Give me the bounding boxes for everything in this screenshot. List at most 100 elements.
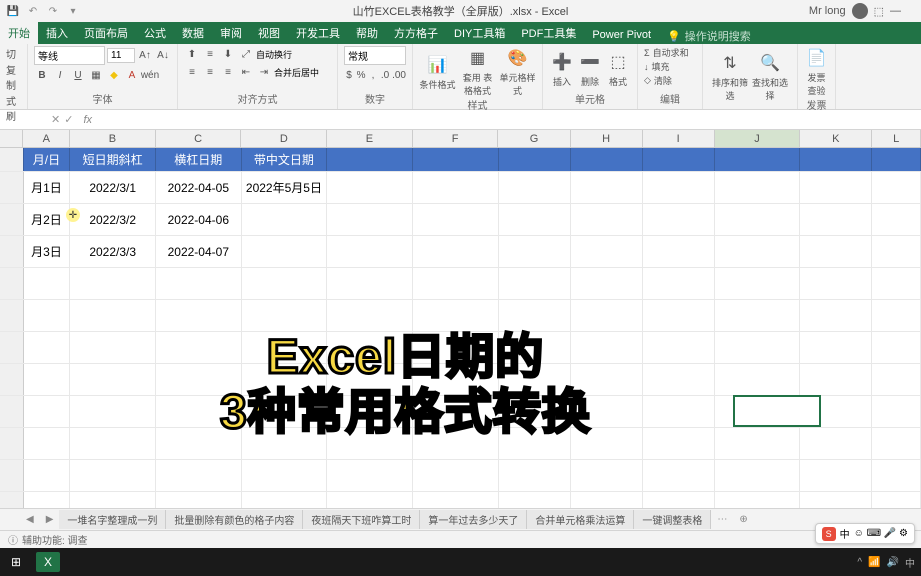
cell[interactable] xyxy=(571,492,643,508)
cell[interactable] xyxy=(715,148,801,171)
cell[interactable] xyxy=(499,172,571,203)
fill-color-icon[interactable]: ◆ xyxy=(106,67,122,83)
cell[interactable] xyxy=(643,172,715,203)
font-color-icon[interactable]: A xyxy=(124,67,140,83)
cell[interactable] xyxy=(242,268,328,299)
ime-badge[interactable]: S 中 ☺ ⌨ 🎤 ⚙ xyxy=(815,523,915,544)
save-icon[interactable]: 💾 xyxy=(6,4,20,18)
invoice-check-button[interactable]: 📄发票 查验 xyxy=(804,46,829,97)
col-header-E[interactable]: E xyxy=(327,130,413,147)
orientation-icon[interactable]: ⤢ xyxy=(238,46,254,62)
cell[interactable] xyxy=(70,332,156,363)
cell[interactable] xyxy=(327,148,413,171)
cell[interactable] xyxy=(413,300,499,331)
cell[interactable] xyxy=(24,460,71,491)
cell[interactable] xyxy=(242,204,328,235)
cell[interactable] xyxy=(327,204,413,235)
conditional-format-button[interactable]: 📊条件格式 xyxy=(420,53,456,91)
cell[interactable] xyxy=(70,300,156,331)
cell[interactable] xyxy=(242,460,328,491)
cell[interactable]: 2022-04-05 xyxy=(156,172,242,203)
phonetic-icon[interactable]: wén xyxy=(142,67,158,83)
grow-font-icon[interactable]: A↑ xyxy=(137,48,153,64)
cell[interactable] xyxy=(715,204,801,235)
excel-task-icon[interactable]: X xyxy=(36,552,60,572)
cell[interactable] xyxy=(571,460,643,491)
delete-cells-button[interactable]: ➖删除 xyxy=(577,50,603,88)
cell[interactable] xyxy=(242,236,328,267)
cell[interactable] xyxy=(800,460,872,491)
cell[interactable] xyxy=(413,148,499,171)
wrap-text-button[interactable]: 自动换行 xyxy=(256,48,292,61)
cell[interactable]: 月1日 xyxy=(24,172,71,203)
ribbon-options-icon[interactable]: ⬚ xyxy=(874,5,884,18)
cell[interactable] xyxy=(70,396,156,427)
cancel-formula-icon[interactable]: ✕ xyxy=(51,113,60,126)
sort-filter-button[interactable]: ⇅排序和筛选 xyxy=(712,51,748,102)
user-area[interactable]: Mr long ⬚ — xyxy=(809,3,901,19)
cell[interactable] xyxy=(800,300,872,331)
cell[interactable]: 月2日 xyxy=(24,204,71,235)
comma-icon[interactable]: , xyxy=(368,67,378,83)
start-icon[interactable]: ⊞ xyxy=(4,552,28,572)
cell[interactable] xyxy=(156,268,242,299)
tab-view[interactable]: 视图 xyxy=(250,22,288,44)
col-header-I[interactable]: I xyxy=(643,130,715,147)
inc-decimal-icon[interactable]: .0 xyxy=(380,67,390,83)
cell-styles-button[interactable]: 🎨单元格样式 xyxy=(500,46,536,97)
cell[interactable] xyxy=(715,364,801,395)
col-header-L[interactable]: L xyxy=(872,130,921,147)
cell[interactable] xyxy=(499,268,571,299)
col-header-K[interactable]: K xyxy=(800,130,872,147)
tell-me[interactable]: 💡操作说明搜索 xyxy=(667,28,751,44)
cell[interactable] xyxy=(413,236,499,267)
cell[interactable] xyxy=(156,460,242,491)
bold-icon[interactable]: B xyxy=(34,67,50,83)
cell[interactable] xyxy=(800,172,872,203)
cell[interactable] xyxy=(643,148,715,171)
cell[interactable] xyxy=(643,492,715,508)
font-family-select[interactable]: 等线 xyxy=(34,46,105,65)
merge-button[interactable]: 合并后居中 xyxy=(274,66,319,79)
cell[interactable] xyxy=(24,364,71,395)
sheet-tab[interactable]: 合并单元格乘法运算 xyxy=(527,510,634,529)
tab-data[interactable]: 数据 xyxy=(174,22,212,44)
align-left-icon[interactable]: ≡ xyxy=(184,64,200,80)
table-format-button[interactable]: ▦套用 表格格式 xyxy=(460,46,496,97)
cell[interactable] xyxy=(499,204,571,235)
cell[interactable]: 横杠日期 xyxy=(156,148,242,171)
cell[interactable] xyxy=(715,172,801,203)
cell[interactable] xyxy=(24,428,71,459)
cell[interactable] xyxy=(499,236,571,267)
cell[interactable] xyxy=(242,300,328,331)
cell[interactable] xyxy=(70,460,156,491)
cell[interactable] xyxy=(643,300,715,331)
find-select-button[interactable]: 🔍查找和选择 xyxy=(752,51,788,102)
tab-layout[interactable]: 页面布局 xyxy=(76,22,136,44)
tray-ime-icon[interactable]: 中 xyxy=(905,555,915,570)
cell[interactable] xyxy=(715,300,801,331)
cell[interactable] xyxy=(872,236,921,267)
accept-formula-icon[interactable]: ✓ xyxy=(64,113,73,126)
cell[interactable] xyxy=(872,148,921,171)
col-header-C[interactable]: C xyxy=(156,130,242,147)
cell[interactable] xyxy=(413,204,499,235)
cell[interactable] xyxy=(872,204,921,235)
cell[interactable] xyxy=(413,268,499,299)
cell[interactable] xyxy=(643,396,715,427)
sheet-tab[interactable]: 一键调整表格 xyxy=(634,510,711,529)
cell[interactable] xyxy=(413,492,499,508)
format-painter-button[interactable]: 式刷 xyxy=(6,93,21,123)
clear-button[interactable]: ◇清除 xyxy=(644,74,696,87)
selected-cell[interactable] xyxy=(733,395,821,427)
cell[interactable] xyxy=(800,332,872,363)
new-sheet-icon[interactable]: ⊕ xyxy=(733,514,753,525)
fx-icon[interactable]: fx xyxy=(79,114,96,126)
shrink-font-icon[interactable]: A↓ xyxy=(155,48,171,64)
cell[interactable] xyxy=(643,460,715,491)
col-header-J[interactable]: J xyxy=(715,130,801,147)
tab-formulas[interactable]: 公式 xyxy=(136,22,174,44)
cell[interactable] xyxy=(156,300,242,331)
cell[interactable]: 带中文日期 xyxy=(242,148,328,171)
cell[interactable] xyxy=(24,300,71,331)
